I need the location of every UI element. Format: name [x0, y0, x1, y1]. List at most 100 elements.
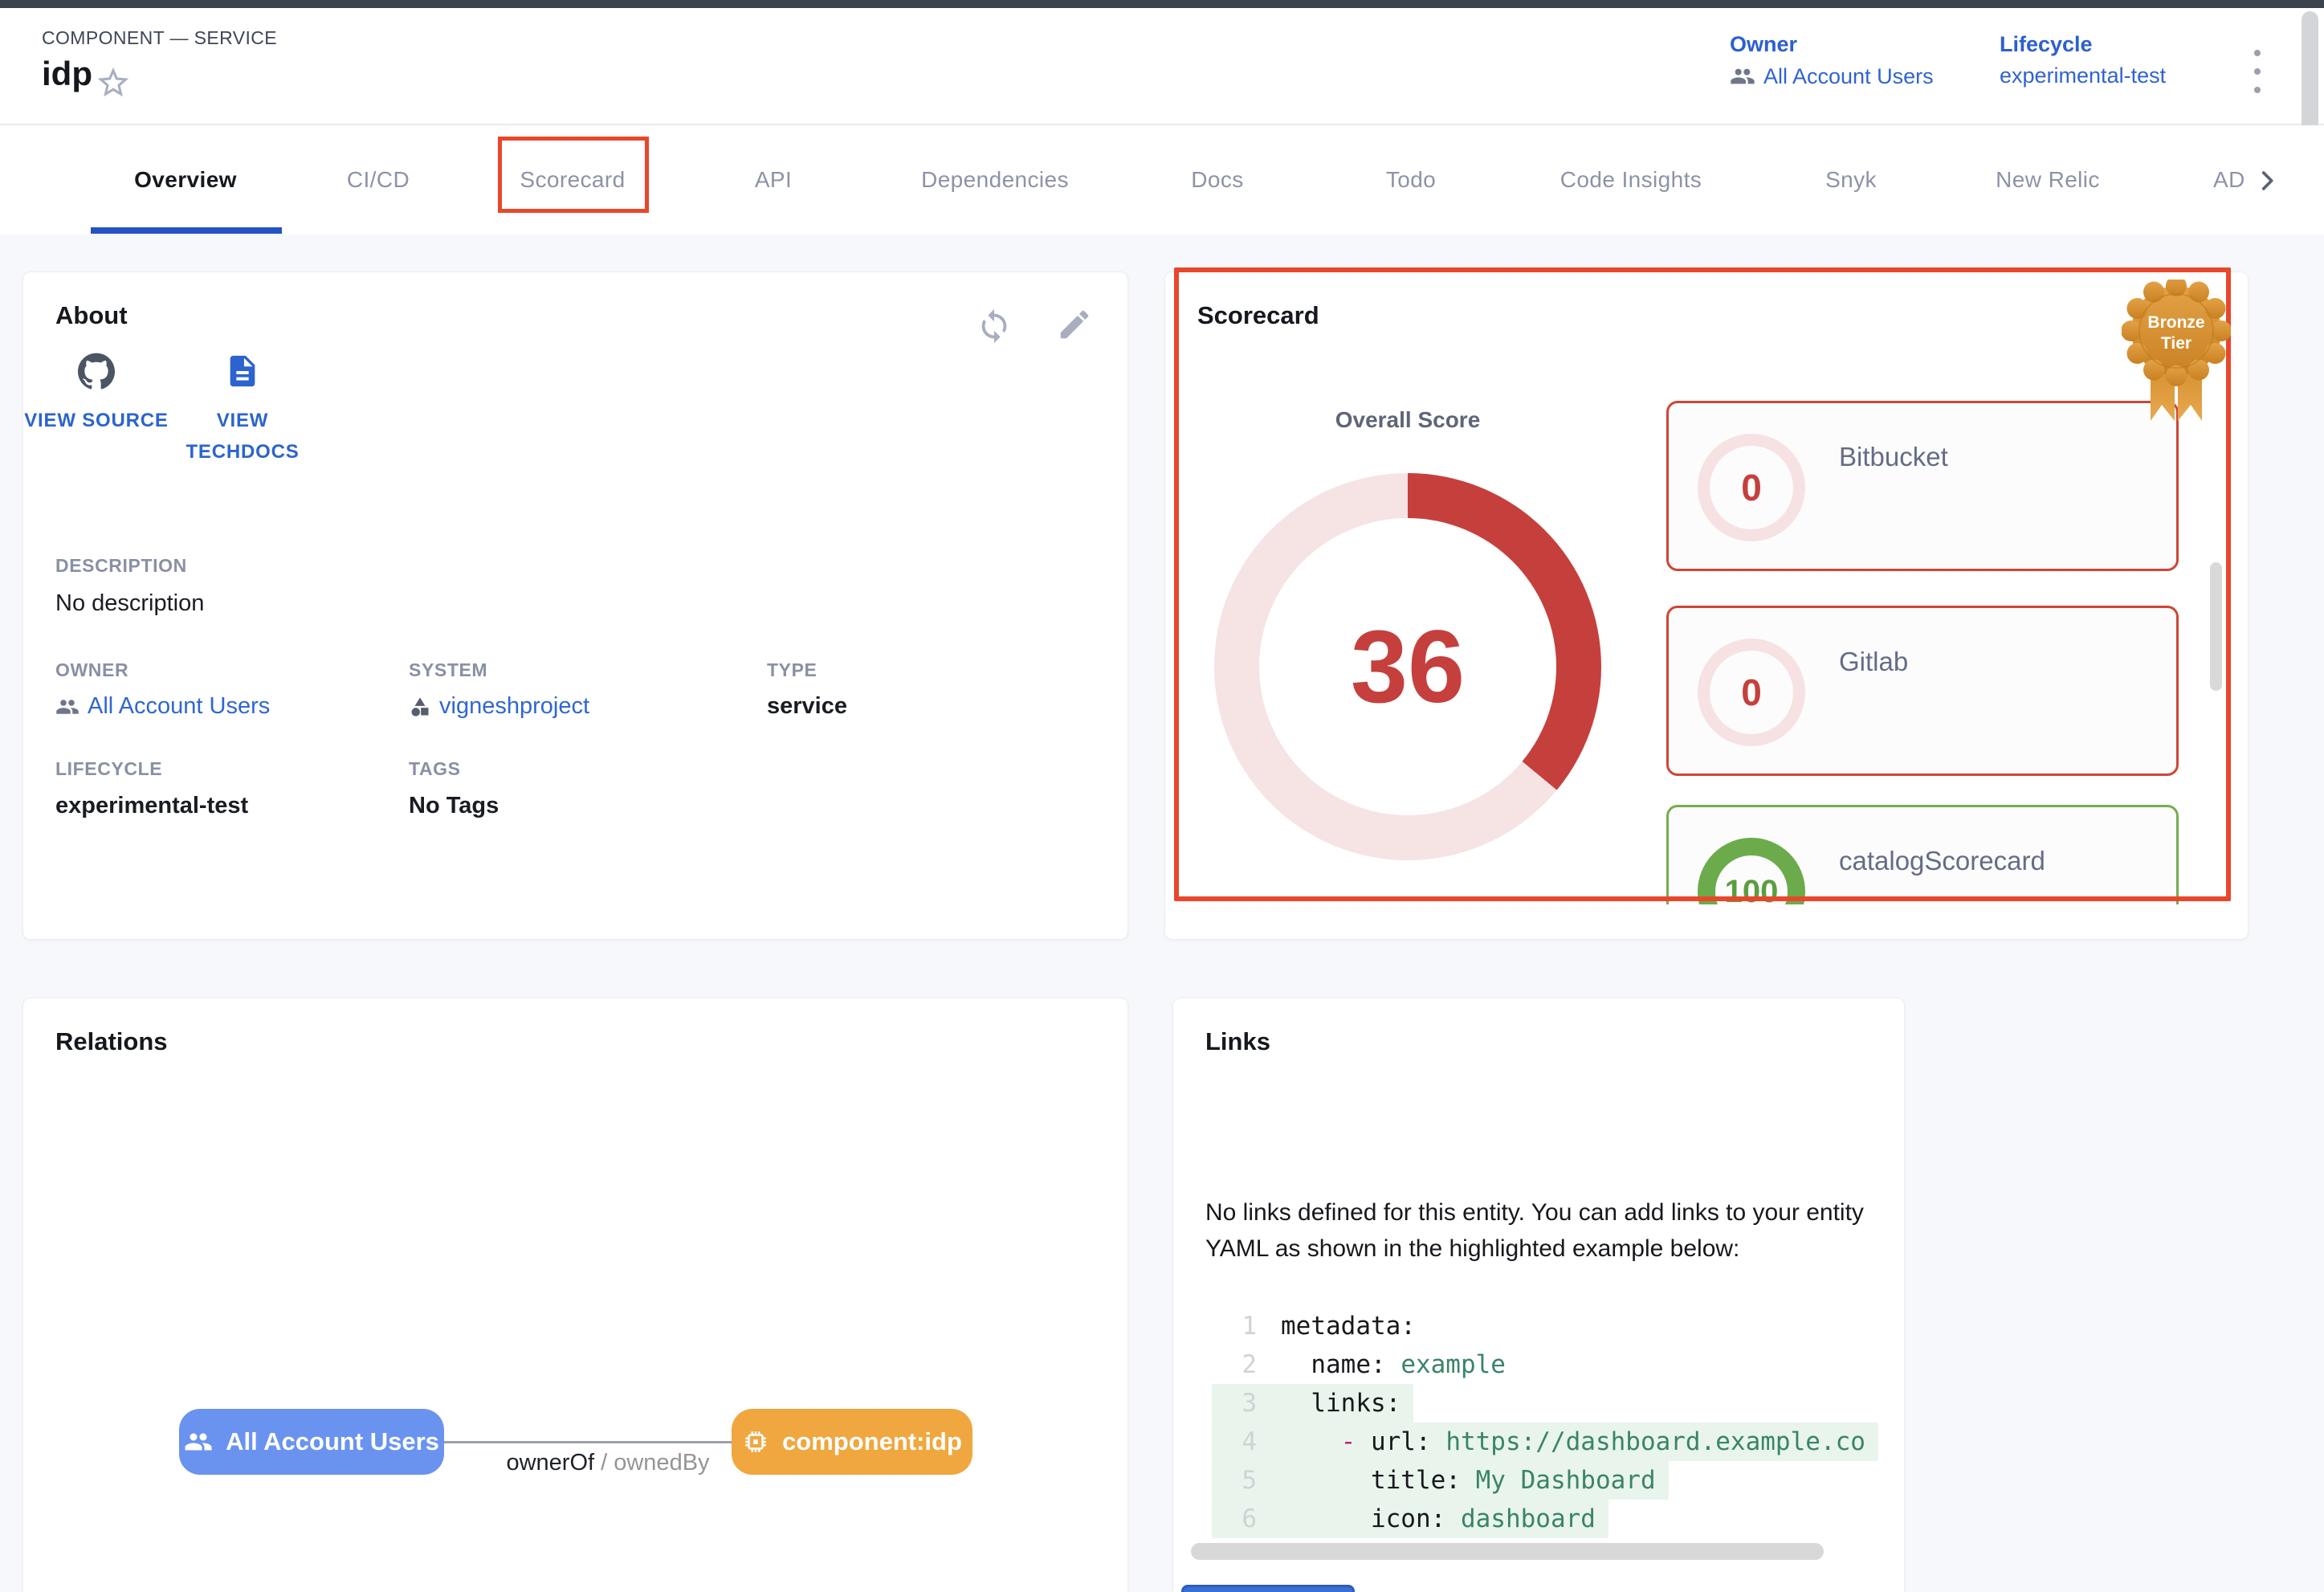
bronze-tier-badge: Bronze Tier [2122, 280, 2231, 426]
tags-field-value: No Tags [409, 793, 499, 819]
tab-overview[interactable]: Overview [134, 167, 237, 193]
view-techdocs-label: VIEW TECHDOCS [166, 405, 319, 467]
score-item-name: Gitlab [1839, 647, 1908, 677]
line-number: 3 [1221, 1385, 1257, 1422]
entity-tabs: OverviewCI/CDScorecardAPIDependenciesDoc… [0, 125, 2324, 235]
refresh-icon[interactable] [976, 308, 1013, 345]
score-ring: 0 [1698, 639, 1805, 746]
lifecycle-value: experimental-test [2000, 63, 2166, 88]
scorecard-title: Scorecard [1197, 301, 1319, 330]
tab-snyk[interactable]: Snyk [1825, 167, 1877, 193]
code-horizontal-scrollbar[interactable] [1191, 1543, 1824, 1560]
tab-dependencies[interactable]: Dependencies [921, 167, 1069, 193]
lifecycle-field-value: experimental-test [55, 793, 248, 819]
score-value: 0 [1741, 671, 1762, 714]
yaml-code-block: 1metadata:2 name: example3 links:4 - url… [1212, 1307, 1891, 1538]
overall-score-gauge: 36 [1214, 473, 1601, 860]
code-line-5: 5 title: My Dashboard [1212, 1461, 1669, 1500]
score-value: 0 [1741, 466, 1762, 509]
system-field-value: vigneshproject [439, 693, 589, 720]
line-number: 1 [1221, 1308, 1257, 1345]
owner-label: Owner [1730, 32, 1934, 57]
page-title: idp [42, 55, 92, 93]
line-number: 4 [1221, 1423, 1257, 1460]
techdocs-document-icon [224, 353, 261, 390]
relation-edge-line [444, 1441, 732, 1443]
score-ring: 0 [1698, 434, 1805, 541]
about-title: About [55, 301, 128, 330]
lifecycle-field-label: LIFECYCLE [55, 758, 162, 780]
links-title: Links [1205, 1027, 1270, 1056]
description-label: DESCRIPTION [55, 555, 187, 577]
view-techdocs-link[interactable]: VIEW TECHDOCS [166, 353, 319, 467]
owner-field-link[interactable]: All Account Users [55, 693, 270, 720]
description-value: No description [55, 590, 204, 617]
tab-ad[interactable]: AD [2213, 167, 2258, 193]
tab-new-relic[interactable]: New Relic [1996, 167, 2100, 193]
active-tab-underline [91, 227, 282, 234]
annotation-box-scorecard-tab [498, 137, 649, 213]
overall-score-label: Overall Score [1263, 407, 1552, 433]
line-number: 5 [1221, 1462, 1257, 1499]
owner-value: All Account Users [1763, 64, 1934, 89]
type-field-value: service [767, 693, 847, 720]
code-line-6: 6 icon: dashboard [1212, 1500, 1608, 1538]
edge-label-ownerof: ownerOf [506, 1450, 594, 1476]
chevron-right-icon[interactable] [2253, 167, 2281, 194]
type-field-label: TYPE [767, 659, 817, 681]
system-field-link[interactable]: vigneshproject [409, 693, 589, 720]
svg-text:Tier: Tier [2161, 334, 2191, 353]
top-dark-bar [0, 0, 2324, 8]
relation-node-owner[interactable]: All Account Users [179, 1409, 444, 1475]
tab-todo[interactable]: Todo [1386, 167, 1436, 193]
view-source-link[interactable]: VIEW SOURCE [20, 353, 173, 436]
line-number: 6 [1221, 1500, 1257, 1537]
code-line-1: 1metadata: [1212, 1307, 1429, 1345]
relation-node-component[interactable]: component:idp [732, 1409, 972, 1475]
links-bottom-button[interactable] [1181, 1585, 1355, 1592]
owner-field-label: OWNER [55, 659, 128, 681]
score-value: 100 [1725, 874, 1779, 905]
system-category-icon [409, 696, 431, 718]
scorecard-item-gitlab[interactable]: 0 Gitlab [1666, 606, 2179, 776]
links-card: Links No links defined for this entity. … [1172, 998, 1905, 1592]
people-icon [55, 695, 80, 719]
edge-label-ownedby: ownedBy [614, 1450, 709, 1476]
people-icon [184, 1427, 213, 1456]
tab-code-insights[interactable]: Code Insights [1560, 167, 1702, 193]
owner-link[interactable]: All Account Users [1730, 63, 1934, 89]
scorecard-item-bitbucket[interactable]: 0 Bitbucket [1666, 401, 2179, 571]
score-item-name: Bitbucket [1839, 442, 1948, 472]
code-line-3: 3 links: [1212, 1384, 1413, 1423]
tags-field-label: TAGS [409, 758, 461, 780]
entity-header: COMPONENT — SERVICE idp Owner All Accoun… [0, 8, 2324, 125]
header-lifecycle-group: Lifecycle experimental-test [2000, 32, 2166, 88]
line-number: 2 [1221, 1346, 1257, 1383]
scorecard-scrollbar[interactable] [2210, 562, 2222, 691]
relation-node-component-label: component:idp [782, 1427, 962, 1456]
favorite-star-icon[interactable] [95, 64, 132, 101]
people-icon [1730, 63, 1755, 89]
tab-ci-cd[interactable]: CI/CD [347, 167, 410, 193]
code-line-4: 4 - url: https://dashboard.example.co [1212, 1423, 1878, 1461]
system-field-label: SYSTEM [409, 659, 487, 681]
svg-text:Bronze: Bronze [2147, 313, 2204, 332]
breadcrumb: COMPONENT — SERVICE [42, 27, 277, 49]
lifecycle-label: Lifecycle [2000, 32, 2166, 57]
score-item-name: catalogScorecard [1839, 846, 2045, 876]
about-card: About VIEW SOURCE VIEW TECHDOCS DESCRIPT… [22, 271, 1128, 940]
owner-field-value: All Account Users [88, 693, 270, 720]
score-ring: 100 [1698, 838, 1805, 904]
scorecard-item-catalogscorecard[interactable]: 100 catalogScorecard [1666, 805, 2179, 904]
chip-icon [742, 1428, 769, 1455]
relation-edge-label: ownerOf / ownedBy [506, 1450, 709, 1476]
view-source-label: VIEW SOURCE [20, 405, 173, 436]
relations-title: Relations [55, 1027, 168, 1056]
code-line-2: 2 name: example [1212, 1345, 1519, 1384]
github-icon [78, 353, 115, 390]
tab-api[interactable]: API [755, 167, 792, 193]
kebab-menu-icon[interactable] [2245, 50, 2269, 93]
overall-score-value: 36 [1214, 473, 1601, 860]
edit-pencil-icon[interactable] [1056, 306, 1093, 343]
tab-docs[interactable]: Docs [1191, 167, 1243, 193]
